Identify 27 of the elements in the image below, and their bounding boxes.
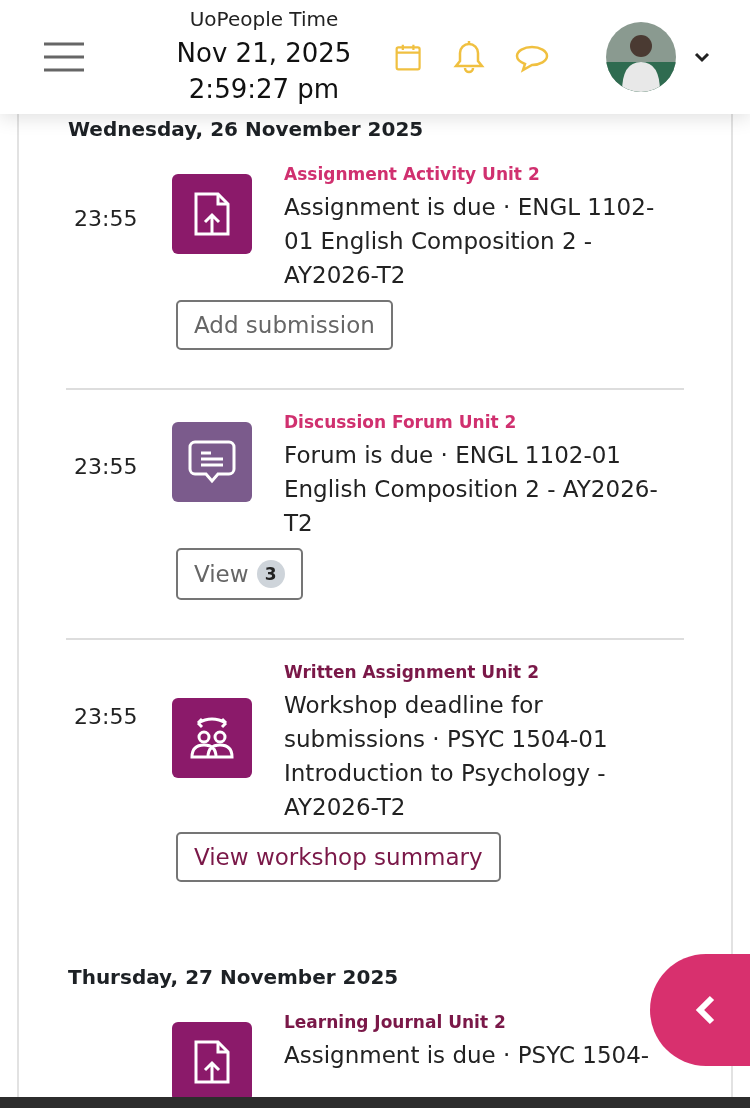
event-description: Assignment is due · PSYC 1504- [284,1041,651,1070]
event-description: Workshop deadline for submissions · PSYC 1504-01 Introduction to Psychology - AY2026-T2 [284,691,609,822]
menu-icon[interactable] [44,41,84,73]
chevron-left-icon [694,994,716,1026]
action-button[interactable]: Add submission [176,300,393,350]
clock-time: 2:59:27 pm [188,73,340,106]
file-upload-icon [192,1039,232,1085]
event-time: 23:55 [73,454,139,479]
event-description: Assignment is due · ENGL 1102-01 English Composition 2 - AY2026-T2 [284,193,656,290]
event-time: 23:55 [73,206,139,231]
event-category-link[interactable]: Written Assignment Unit 2 [284,662,539,682]
chat-icon [187,439,237,485]
event-category-link[interactable]: Assignment Activity Unit 2 [284,164,540,184]
event-category-link[interactable]: Learning Journal Unit 2 [284,1012,506,1032]
clock-date: Nov 21, 2025 [176,37,352,70]
event-time: 23:55 [73,704,139,729]
event-category-link[interactable]: Discussion Forum Unit 2 [284,412,517,432]
day-heading: Wednesday, 26 November 2025 [67,116,425,142]
drawer-toggle-button[interactable] [650,954,750,1066]
file-upload-icon [192,191,232,237]
action-button[interactable]: View workshop summary [176,832,501,882]
people-icon [188,715,236,761]
event-description: Forum is due · ENGL 1102-01 English Composition 2 - AY2026-T2 [284,441,659,538]
day-heading: Thursday, 27 November 2025 [67,964,400,990]
count-badge: 3 [256,560,285,588]
action-button[interactable]: View 3 [176,548,303,600]
clock-label: UoPeople Time [189,7,339,31]
